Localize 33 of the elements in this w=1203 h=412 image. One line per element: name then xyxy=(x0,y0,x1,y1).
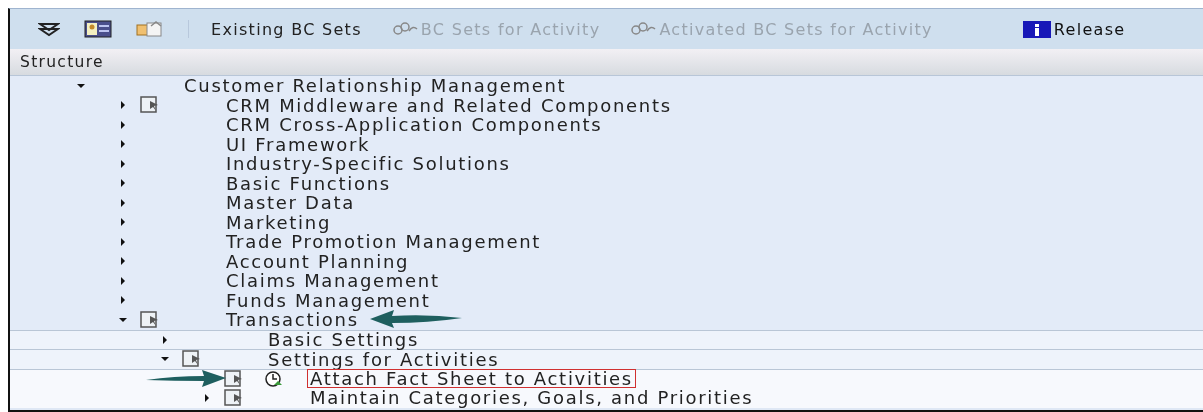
id-card-icon xyxy=(84,20,112,38)
toolbar-button[interactable]: Existing BC Sets xyxy=(207,16,366,42)
expand-icon[interactable] xyxy=(118,236,128,247)
tree-item[interactable]: Attach Fact Sheet to Activities xyxy=(307,369,636,389)
tree-item[interactable]: Settings for Activities xyxy=(265,349,503,369)
expand-icon[interactable] xyxy=(118,158,128,169)
expand-icon[interactable] xyxy=(118,178,128,189)
expand-icon[interactable] xyxy=(118,256,128,267)
expand-icon[interactable] xyxy=(118,295,128,306)
expand-icon[interactable] xyxy=(160,334,170,345)
tree-item[interactable]: Master Data xyxy=(223,193,358,213)
tree-item[interactable]: Basic Settings xyxy=(265,330,422,350)
chain-icon xyxy=(630,21,657,37)
expand-icon[interactable] xyxy=(202,392,212,403)
chain-icon xyxy=(391,21,418,37)
tree-item[interactable]: Transactions xyxy=(223,310,362,330)
tree-item[interactable]: Account Planning xyxy=(223,251,413,271)
tree-item[interactable]: Marketing xyxy=(223,212,334,232)
tree-item[interactable]: Claims Management xyxy=(223,271,443,291)
tree-item[interactable]: UI Framework xyxy=(223,134,374,154)
expand-icon[interactable] xyxy=(118,217,128,228)
toolbar-button[interactable]: Release xyxy=(1018,16,1130,42)
documents-icon xyxy=(136,20,164,38)
column-header: Structure xyxy=(20,53,104,71)
expand-icon[interactable] xyxy=(118,100,128,111)
expand-icon[interactable] xyxy=(118,197,128,208)
expand-icon[interactable] xyxy=(118,275,128,286)
info-icon xyxy=(1022,20,1051,38)
tree-item[interactable]: Funds Management xyxy=(223,290,434,310)
expand-icon[interactable] xyxy=(118,139,128,150)
filter-icon xyxy=(38,21,60,37)
tree-item[interactable]: Basic Functions xyxy=(223,173,394,193)
expand-icon[interactable] xyxy=(118,119,128,130)
